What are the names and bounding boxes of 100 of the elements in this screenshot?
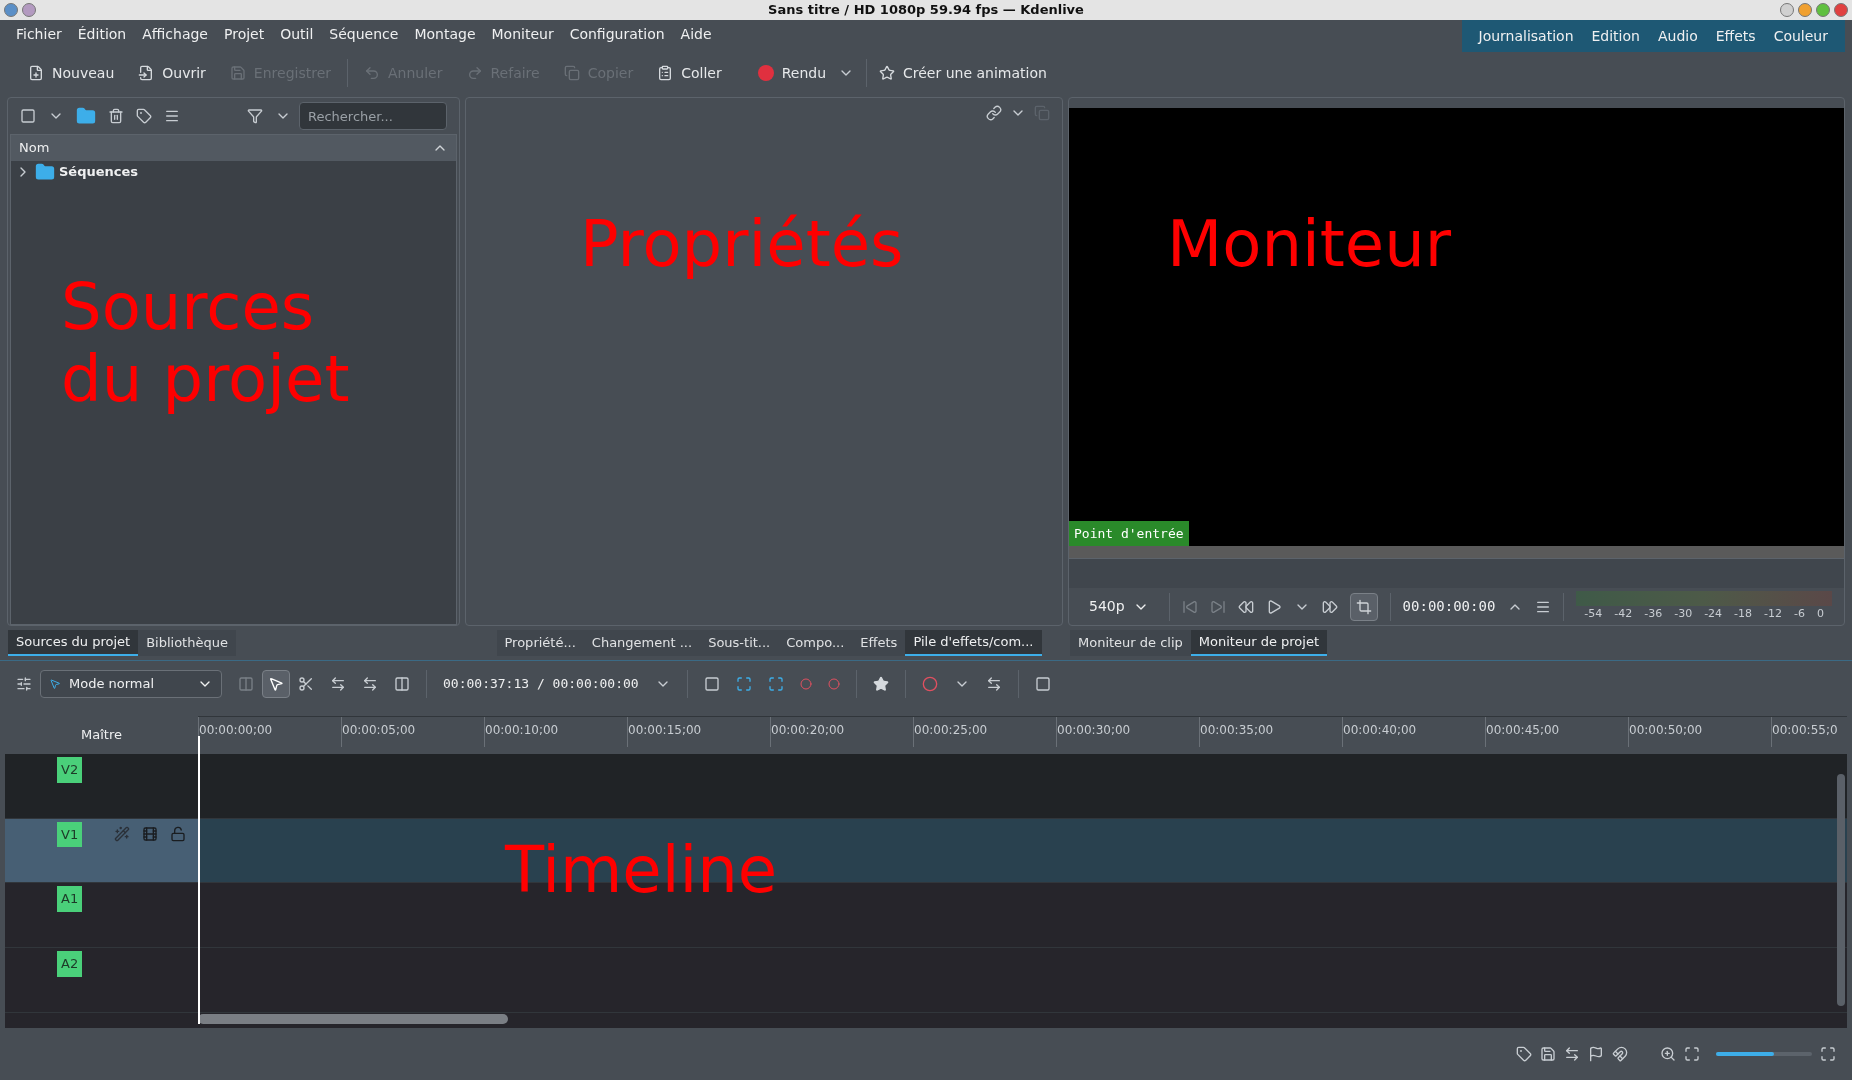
resolution-dropdown[interactable]: 540p (1081, 596, 1157, 617)
menu-item[interactable]: Configuration (561, 23, 673, 45)
fit-icon[interactable] (1684, 1046, 1700, 1062)
ruler-label: 00:00:50;00 (1629, 723, 1703, 737)
menu-icon[interactable] (164, 108, 180, 124)
select-tool-button[interactable] (262, 669, 290, 698)
menu-item[interactable]: Montage (406, 23, 484, 45)
sliders-icon[interactable] (16, 675, 32, 692)
menu-item[interactable]: Outil (272, 23, 322, 45)
rewind-icon[interactable] (1237, 598, 1254, 615)
magnet-icon[interactable] (1612, 1046, 1628, 1062)
toolbar-button[interactable]: Créer une animation (867, 57, 1059, 89)
clipboard-icon (657, 65, 674, 81)
workspace-tab[interactable]: Couleur (1764, 23, 1837, 49)
dock-tab[interactable]: Propriété... (496, 630, 584, 656)
dock-tab[interactable]: Changement ... (583, 630, 701, 656)
folder-icon (35, 162, 55, 182)
dock-tab[interactable]: Moniteur de projet (1190, 630, 1328, 656)
in-point-marker: Point d'entrée (1069, 520, 1189, 546)
dock-tab[interactable]: Sous-tit... (700, 630, 779, 656)
window-control-icon[interactable] (1816, 3, 1830, 17)
workspace-tab[interactable]: Audio (1648, 23, 1707, 49)
star-icon[interactable] (872, 675, 889, 692)
annotation-label: du projet (61, 343, 351, 415)
meter-label: -54 (1584, 606, 1603, 622)
workspace-tab[interactable]: Edition (1582, 23, 1649, 49)
track-name-badge: V1 (57, 821, 83, 848)
tag-icon[interactable] (136, 108, 152, 124)
track-header[interactable]: A1 (5, 883, 198, 948)
search-field[interactable]: Rechercher... (299, 102, 447, 130)
link-icon[interactable] (986, 105, 1002, 121)
dock-tab[interactable]: Effets (852, 630, 906, 656)
redo-icon (466, 65, 483, 81)
menu-item[interactable]: Séquence (321, 23, 407, 45)
meter-label: -42 (1614, 606, 1633, 622)
window-control-icon[interactable] (1780, 3, 1794, 17)
dock-tab[interactable]: Moniteur de clip (1070, 630, 1191, 656)
tag-icon[interactable] (1516, 1046, 1532, 1062)
crop-button[interactable] (1349, 592, 1378, 621)
window-control-icon[interactable] (1834, 3, 1848, 17)
menu-item[interactable]: Aide (672, 23, 720, 45)
zoom-slider-track[interactable] (1716, 1052, 1812, 1056)
meter-label: -30 (1674, 606, 1693, 622)
track-name-badge: V2 (57, 757, 83, 783)
folder-icon[interactable] (76, 106, 96, 126)
scissors-icon[interactable] (298, 675, 314, 692)
horizontal-scrollbar[interactable] (198, 1013, 508, 1024)
menu-item[interactable]: Projet (216, 23, 273, 45)
trash-icon[interactable] (108, 108, 124, 124)
menu-item[interactable]: Affichage (134, 23, 216, 45)
timeline-timecode: 00:00:37:13 / 00:00:00:00 (443, 674, 639, 693)
arrows-icon[interactable] (1564, 1046, 1580, 1062)
dock-tab[interactable]: Bibliothèque (138, 630, 236, 656)
dock-tab[interactable]: Sources du projet (8, 630, 139, 656)
menu-item[interactable]: Édition (69, 23, 135, 45)
flag-icon[interactable] (1588, 1046, 1604, 1062)
mixer-icon[interactable] (985, 675, 1002, 692)
open-file-icon (138, 65, 155, 81)
zoom-in-icon[interactable] (1660, 1046, 1676, 1062)
column-title: Nom (19, 139, 50, 158)
ruler-label: 00:00:00;00 (199, 723, 273, 737)
crop-icon (1355, 598, 1372, 615)
track-header[interactable]: A2 (5, 948, 198, 1012)
toolbar-button[interactable]: Ouvrir (126, 57, 218, 89)
mode-dropdown[interactable]: Mode normal (40, 669, 222, 698)
menu-item[interactable]: Fichier (8, 23, 70, 45)
film-icon[interactable] (142, 825, 159, 842)
lock-icon[interactable] (170, 825, 187, 842)
ruler-label: 00:00:15;00 (628, 723, 702, 737)
annotation-label: Moniteur (1167, 208, 1452, 280)
column-header[interactable]: Nom (11, 135, 456, 161)
toolbar-button[interactable]: Coller (645, 57, 734, 89)
render-button[interactable]: Rendu (749, 57, 835, 89)
window-control-icon[interactable] (4, 3, 18, 17)
dock-tab[interactable]: Pile d'effets/com... (905, 630, 1042, 656)
maximize-icon[interactable] (1820, 1046, 1836, 1062)
timecode-field[interactable]: 00:00:00:00 (1402, 596, 1496, 617)
pointer-icon (268, 675, 284, 692)
track-name-badge: A1 (57, 886, 83, 912)
folder-name[interactable]: Séquences (59, 162, 139, 182)
window-control-icon[interactable] (1798, 3, 1812, 17)
workspace-tab[interactable]: Journalisation (1469, 23, 1583, 49)
save-icon (229, 65, 246, 81)
track-header[interactable]: V2 (5, 754, 198, 818)
toolbar-button[interactable]: Nouveau (16, 57, 127, 89)
ruler-label: 00:00:25;00 (914, 723, 988, 737)
track-name-badge: A2 (57, 951, 83, 977)
ruler-label: 00:00:30;00 (1057, 723, 1131, 737)
workspace-tab[interactable]: Effets (1706, 23, 1765, 49)
save-icon[interactable] (1540, 1046, 1556, 1062)
menu-item[interactable]: Moniteur (483, 23, 562, 45)
vertical-scrollbar[interactable] (1837, 774, 1845, 1006)
undo-icon (364, 65, 381, 81)
filter-icon[interactable] (247, 108, 263, 124)
ruler-label: 00:00:55;0 (1772, 723, 1838, 737)
ruler-label: 00:00:45;00 (1486, 723, 1560, 737)
window-control-icon[interactable] (22, 3, 36, 17)
fast-forward-icon[interactable] (1321, 598, 1338, 615)
dock-tab[interactable]: Compo... (778, 630, 853, 656)
track-header[interactable]: V1 (5, 818, 198, 883)
